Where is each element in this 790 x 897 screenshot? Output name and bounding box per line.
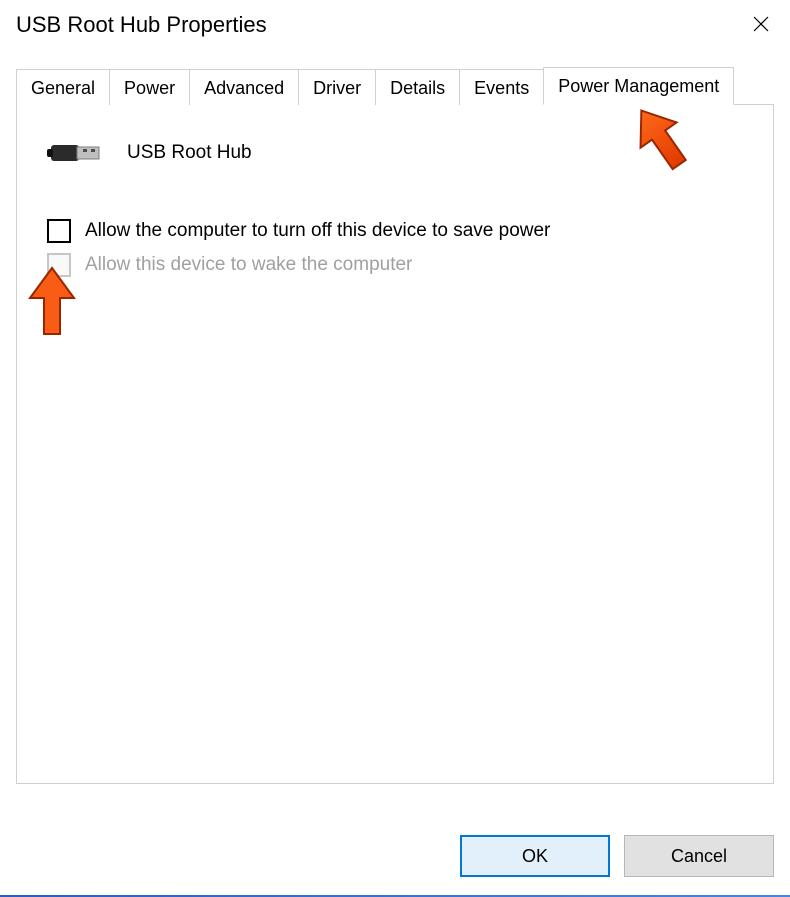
cancel-button[interactable]: Cancel xyxy=(624,835,774,877)
ok-button[interactable]: OK xyxy=(460,835,610,877)
tab-power[interactable]: Power xyxy=(109,69,190,105)
option-label: Allow the computer to turn off this devi… xyxy=(85,220,550,242)
tab-label: Power xyxy=(124,78,175,98)
tab-label: Driver xyxy=(313,78,361,98)
option-label: Allow this device to wake the computer xyxy=(85,254,412,276)
device-name: USB Root Hub xyxy=(127,142,252,164)
tab-panel-power-management: USB Root Hub Allow the computer to turn … xyxy=(16,104,774,784)
tab-advanced[interactable]: Advanced xyxy=(189,69,299,105)
window-title: USB Root Hub Properties xyxy=(16,8,267,38)
tab-driver[interactable]: Driver xyxy=(298,69,376,105)
close-button[interactable] xyxy=(738,8,784,40)
tab-events[interactable]: Events xyxy=(459,69,544,105)
usb-plug-icon xyxy=(47,133,107,173)
button-label: OK xyxy=(522,846,548,867)
dialog-body: General Power Advanced Driver Details Ev… xyxy=(16,66,774,784)
dialog-button-row: OK Cancel xyxy=(460,835,774,877)
tab-label: Advanced xyxy=(204,78,284,98)
tab-strip: General Power Advanced Driver Details Ev… xyxy=(16,66,774,104)
tab-general[interactable]: General xyxy=(16,69,110,105)
close-icon xyxy=(752,15,770,33)
option-allow-turn-off[interactable]: Allow the computer to turn off this devi… xyxy=(47,219,743,243)
checkbox-allow-turn-off[interactable] xyxy=(47,219,71,243)
button-label: Cancel xyxy=(671,846,727,867)
checkbox-allow-wake xyxy=(47,253,71,277)
tab-label: Events xyxy=(474,78,529,98)
device-header: USB Root Hub xyxy=(47,133,743,173)
title-bar: USB Root Hub Properties xyxy=(0,0,790,58)
option-allow-wake: Allow this device to wake the computer xyxy=(47,253,743,277)
tab-label: General xyxy=(31,78,95,98)
tab-label: Details xyxy=(390,78,445,98)
tab-label: Power Management xyxy=(558,76,719,96)
tab-details[interactable]: Details xyxy=(375,69,460,105)
tab-power-management[interactable]: Power Management xyxy=(543,67,734,105)
